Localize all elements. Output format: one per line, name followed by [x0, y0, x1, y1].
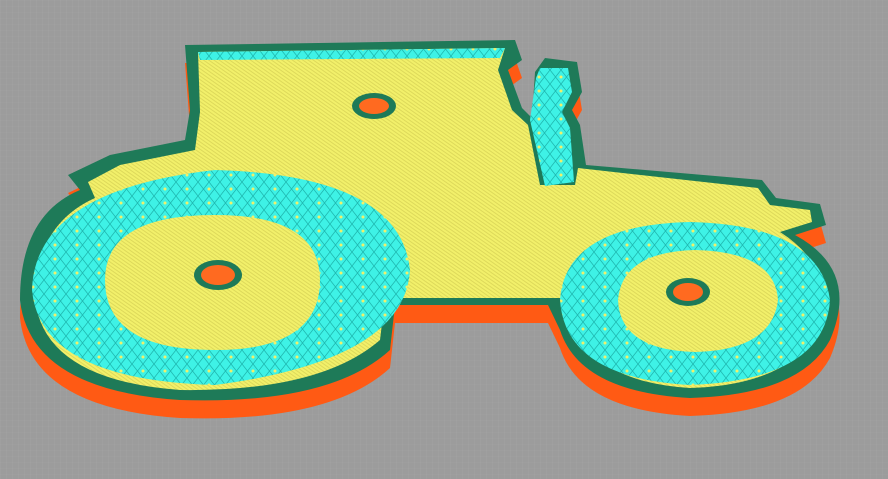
slicer-preview-viewport[interactable]	[0, 0, 888, 479]
